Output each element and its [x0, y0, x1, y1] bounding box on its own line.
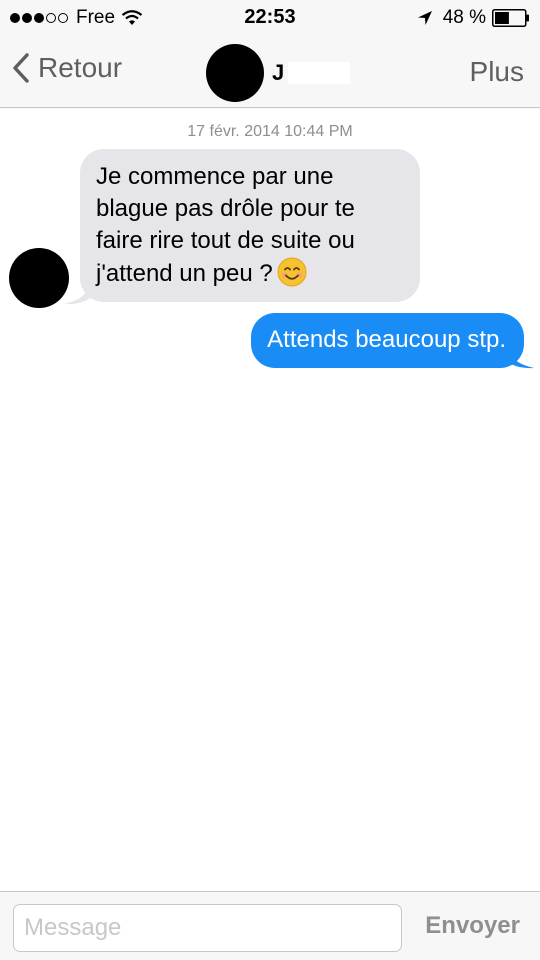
message-input[interactable] — [13, 904, 402, 952]
sender-avatar[interactable] — [9, 248, 69, 308]
outgoing-message-bubble[interactable]: Attends beaucoup stp. — [251, 313, 524, 368]
nav-bar: Retour J Plus — [0, 36, 540, 108]
incoming-message-bubble[interactable]: Je commence par une blague pas drôle pou… — [80, 149, 420, 302]
more-button[interactable]: Plus — [470, 56, 524, 88]
location-arrow-icon — [417, 11, 432, 25]
message-timestamp: 17 févr. 2014 10:44 PM — [187, 123, 353, 140]
battery-icon — [492, 9, 529, 27]
back-button[interactable]: Retour — [12, 52, 122, 84]
contact-name: J — [272, 60, 285, 85]
back-label: Retour — [38, 52, 123, 83]
contact-header[interactable]: J — [206, 44, 351, 102]
message-input-bar: Envoyer — [0, 891, 540, 960]
send-button[interactable]: Envoyer — [425, 912, 520, 940]
status-bar: Free 22:53 48 % — [0, 0, 540, 36]
battery-percent: 48 % — [442, 7, 486, 28]
conversation-view[interactable]: 17 févr. 2014 10:44 PM Je commence par u… — [0, 109, 540, 891]
chevron-left-icon — [13, 53, 29, 83]
status-right: 48 % — [417, 7, 530, 29]
smiling-face-icon — [277, 257, 307, 287]
contact-avatar — [206, 44, 264, 102]
name-redaction — [288, 62, 351, 84]
incoming-message-text: Je commence par une blague pas drôle pou… — [96, 163, 355, 287]
